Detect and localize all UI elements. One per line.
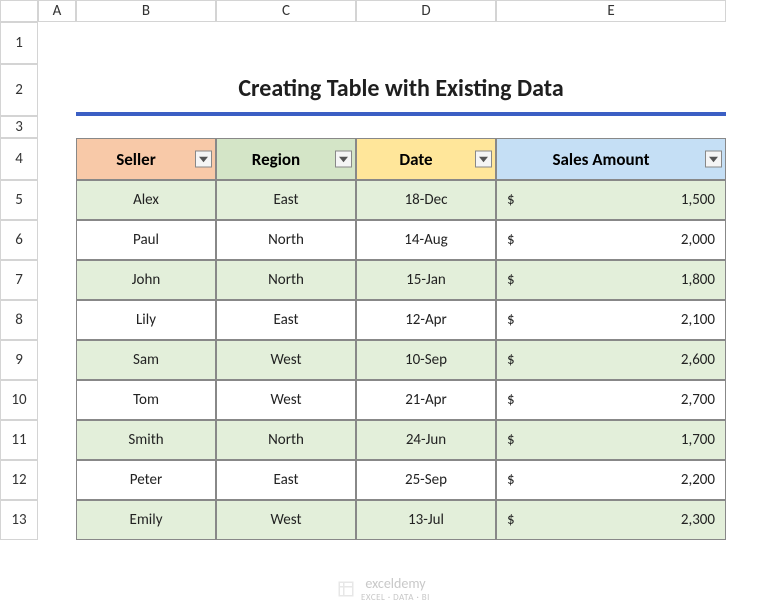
cell-date[interactable]: 14-Aug: [356, 220, 496, 260]
amount-value: 1,500: [523, 191, 715, 209]
amount-value: 2,600: [523, 351, 715, 369]
row-head-9[interactable]: 9: [0, 340, 38, 380]
cell-amount[interactable]: $1,500: [496, 180, 726, 220]
cell-amount[interactable]: $2,200: [496, 460, 726, 500]
col-head-B[interactable]: B: [76, 0, 216, 22]
row-head-10[interactable]: 10: [0, 380, 38, 420]
cell-amount[interactable]: $1,800: [496, 260, 726, 300]
chevron-down-icon: [199, 156, 208, 162]
amount-value: 2,300: [523, 511, 715, 529]
filter-button-region[interactable]: [335, 151, 352, 168]
cell-date[interactable]: 13-Jul: [356, 500, 496, 540]
amount-value: 2,000: [523, 231, 715, 249]
header-region-label: Region: [252, 149, 300, 170]
cell-region[interactable]: West: [216, 500, 356, 540]
watermark: exceldemy EXCEL · DATA · BI: [0, 575, 767, 603]
chevron-down-icon: [339, 156, 348, 162]
header-amount-label: Sales Amount: [552, 149, 649, 170]
cell-date[interactable]: 24-Jun: [356, 420, 496, 460]
cell-amount[interactable]: $2,100: [496, 300, 726, 340]
watermark-tagline: EXCEL · DATA · BI: [361, 592, 430, 603]
cell-region[interactable]: East: [216, 300, 356, 340]
cell-seller[interactable]: Sam: [76, 340, 216, 380]
cell-seller[interactable]: Emily: [76, 500, 216, 540]
filter-button-amount[interactable]: [705, 151, 722, 168]
cell-date[interactable]: 25-Sep: [356, 460, 496, 500]
cell-seller[interactable]: Smith: [76, 420, 216, 460]
filter-button-date[interactable]: [475, 151, 492, 168]
col-head-E[interactable]: E: [496, 0, 726, 22]
header-date-label: Date: [399, 149, 432, 170]
cell-region[interactable]: North: [216, 220, 356, 260]
amount-value: 1,700: [523, 431, 715, 449]
cell-date[interactable]: 10-Sep: [356, 340, 496, 380]
row-head-12[interactable]: 12: [0, 460, 38, 500]
currency-symbol: $: [507, 351, 523, 369]
cell-region[interactable]: West: [216, 380, 356, 420]
row-head-1[interactable]: 1: [0, 22, 38, 64]
chevron-down-icon: [479, 156, 488, 162]
select-all-corner[interactable]: [0, 0, 38, 22]
currency-symbol: $: [507, 231, 523, 249]
cell-seller[interactable]: Alex: [76, 180, 216, 220]
cell-date[interactable]: 21-Apr: [356, 380, 496, 420]
cell-seller[interactable]: Peter: [76, 460, 216, 500]
row-3-blank[interactable]: [76, 116, 726, 138]
row-head-6[interactable]: 6: [0, 220, 38, 260]
amount-value: 2,200: [523, 471, 715, 489]
amount-value: 1,800: [523, 271, 715, 289]
row-head-3[interactable]: 3: [0, 116, 38, 138]
currency-symbol: $: [507, 391, 523, 409]
cell-region[interactable]: East: [216, 180, 356, 220]
chevron-down-icon: [709, 156, 718, 162]
header-seller[interactable]: Seller: [76, 138, 216, 180]
filter-button-seller[interactable]: [195, 151, 212, 168]
row-head-11[interactable]: 11: [0, 420, 38, 460]
header-date[interactable]: Date: [356, 138, 496, 180]
header-amount[interactable]: Sales Amount: [496, 138, 726, 180]
cell-amount[interactable]: $1,700: [496, 420, 726, 460]
header-region[interactable]: Region: [216, 138, 356, 180]
cell-amount[interactable]: $2,600: [496, 340, 726, 380]
col-head-D[interactable]: D: [356, 0, 496, 22]
col-head-C[interactable]: C: [216, 0, 356, 22]
cell-amount[interactable]: $2,000: [496, 220, 726, 260]
cell-seller[interactable]: Paul: [76, 220, 216, 260]
currency-symbol: $: [507, 311, 523, 329]
cell-date[interactable]: 18-Dec: [356, 180, 496, 220]
spreadsheet-grid: A B C D E 1 2 3 4 5 6 7 8 9 10 11 12 13 …: [0, 0, 767, 540]
cell-amount[interactable]: $2,300: [496, 500, 726, 540]
watermark-brand: exceldemy: [365, 575, 425, 592]
cell-region[interactable]: East: [216, 460, 356, 500]
col-head-A[interactable]: A: [38, 0, 76, 22]
header-seller-label: Seller: [116, 149, 156, 170]
cell-amount[interactable]: $2,700: [496, 380, 726, 420]
currency-symbol: $: [507, 511, 523, 529]
row-head-13[interactable]: 13: [0, 500, 38, 540]
row-head-5[interactable]: 5: [0, 180, 38, 220]
logo-icon: [337, 580, 355, 598]
column-A-blank[interactable]: [38, 22, 76, 540]
amount-value: 2,100: [523, 311, 715, 329]
currency-symbol: $: [507, 431, 523, 449]
cell-region[interactable]: North: [216, 260, 356, 300]
page-title[interactable]: Creating Table with Existing Data: [76, 64, 726, 116]
row-head-2[interactable]: 2: [0, 64, 38, 116]
cell-date[interactable]: 15-Jan: [356, 260, 496, 300]
cell-region[interactable]: West: [216, 340, 356, 380]
currency-symbol: $: [507, 471, 523, 489]
cell-region[interactable]: North: [216, 420, 356, 460]
row-head-7[interactable]: 7: [0, 260, 38, 300]
amount-value: 2,700: [523, 391, 715, 409]
cell-seller[interactable]: Tom: [76, 380, 216, 420]
row-head-8[interactable]: 8: [0, 300, 38, 340]
row-head-4[interactable]: 4: [0, 138, 38, 180]
currency-symbol: $: [507, 271, 523, 289]
row-1-blank[interactable]: [76, 22, 726, 64]
cell-seller[interactable]: Lily: [76, 300, 216, 340]
currency-symbol: $: [507, 191, 523, 209]
cell-seller[interactable]: John: [76, 260, 216, 300]
cell-date[interactable]: 12-Apr: [356, 300, 496, 340]
